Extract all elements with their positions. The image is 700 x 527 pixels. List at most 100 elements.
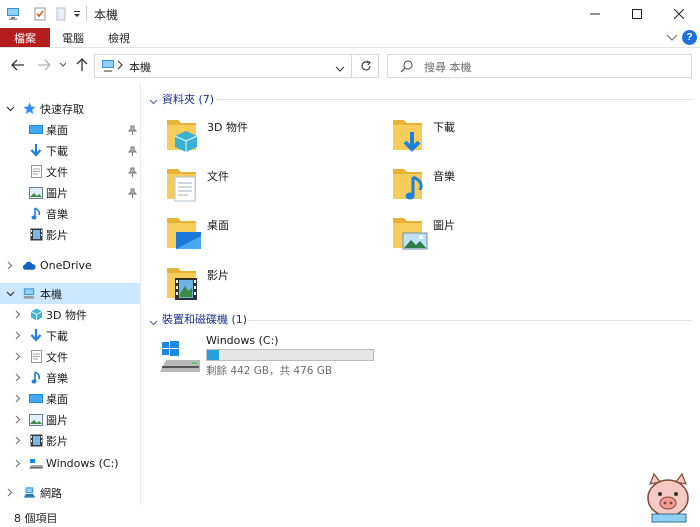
music-folder-icon — [393, 169, 423, 200]
search-placeholder: 搜尋 本機 — [424, 61, 472, 74]
chevron-right-icon[interactable] — [13, 394, 23, 404]
picture-icon — [29, 186, 43, 200]
refresh-button[interactable] — [353, 54, 379, 78]
nav-this-pc-item-label: 下載 — [46, 329, 68, 343]
group-collapse-icon[interactable] — [149, 316, 158, 329]
chevron-right-icon[interactable] — [13, 415, 23, 425]
documents-folder-icon — [167, 169, 196, 202]
folder-tile[interactable]: 3D 物件 — [166, 116, 366, 164]
folder-label: 桌面 — [207, 219, 229, 232]
nav-this-pc-item-label: Windows (C:) — [46, 457, 119, 470]
maximize-button[interactable] — [614, 0, 660, 28]
forward-button[interactable] — [34, 56, 54, 74]
drive-name: Windows (C:) — [206, 334, 279, 347]
pin-icon[interactable] — [127, 187, 137, 199]
music-icon — [29, 207, 43, 221]
tab-file[interactable]: 檔案 — [0, 28, 50, 47]
nav-this-pc-item[interactable]: 3D 物件 — [0, 304, 140, 325]
group-collapse-icon[interactable] — [149, 95, 158, 108]
back-button[interactable] — [8, 56, 28, 74]
folder-label: 3D 物件 — [207, 121, 248, 134]
address-dropdown-icon[interactable] — [335, 63, 345, 76]
nav-this-pc[interactable]: 本機 — [0, 283, 140, 304]
nav-this-pc-item[interactable]: 圖片 — [0, 409, 140, 430]
nav-quick-item[interactable]: 桌面 — [0, 119, 140, 140]
nav-this-pc-item-label: 桌面 — [46, 392, 68, 406]
up-button[interactable] — [72, 56, 92, 74]
chevron-down-icon[interactable] — [5, 104, 15, 114]
up-arrow-icon — [76, 58, 88, 71]
pin-icon[interactable] — [127, 124, 137, 136]
folder-label: 文件 — [207, 170, 229, 183]
folders-group-header[interactable]: 資料夾 (7) — [162, 92, 214, 106]
folder-tile[interactable]: 下載 — [392, 116, 592, 164]
picture-icon — [29, 413, 43, 427]
drive-tile[interactable]: Windows (C:) 剩餘 442 GB，共 476 GB — [160, 334, 420, 378]
folder-label: 影片 — [207, 269, 229, 282]
chevron-down-icon[interactable] — [5, 289, 15, 299]
close-icon — [674, 9, 684, 19]
star-icon — [22, 102, 36, 116]
chevron-right-icon[interactable] — [5, 488, 15, 498]
nav-this-pc-item-label: 圖片 — [46, 413, 68, 427]
nav-this-pc-item[interactable]: 桌面 — [0, 388, 140, 409]
nav-quick-access[interactable]: 快速存取 — [0, 98, 140, 119]
nav-quick-item-label: 音樂 — [46, 207, 68, 221]
navigation-row: 本機 搜尋 本機 — [0, 47, 700, 83]
back-arrow-icon — [11, 59, 24, 71]
nav-quick-item[interactable]: 下載 — [0, 140, 140, 161]
pin-icon[interactable] — [127, 166, 137, 178]
chevron-right-icon[interactable] — [13, 436, 23, 446]
drive-free-space: 剩餘 442 GB，共 476 GB — [206, 365, 333, 377]
search-box[interactable]: 搜尋 本機 — [387, 54, 692, 78]
forward-arrow-icon — [38, 59, 51, 71]
recent-locations-button[interactable] — [56, 56, 70, 74]
nav-network[interactable]: 網路 — [0, 482, 140, 503]
nav-quick-access-label: 快速存取 — [40, 102, 84, 116]
chevron-right-icon[interactable] — [5, 261, 15, 271]
chevron-right-icon[interactable] — [13, 310, 23, 320]
desktop-icon — [29, 392, 43, 406]
breadcrumb-separator-icon[interactable] — [117, 60, 123, 73]
this-pc-icon[interactable] — [4, 5, 22, 23]
window-title: 本機 — [94, 8, 119, 22]
nav-quick-item[interactable]: 影片 — [0, 224, 140, 245]
devices-group-header[interactable]: 裝置和磁碟機 (1) — [162, 312, 247, 326]
nav-this-pc-item[interactable]: 影片 — [0, 430, 140, 451]
video-icon — [29, 228, 43, 242]
tab-view[interactable]: 檢視 — [108, 28, 130, 47]
nav-this-pc-item[interactable]: 文件 — [0, 346, 140, 367]
properties-icon[interactable] — [31, 5, 49, 23]
pin-icon[interactable] — [127, 145, 137, 157]
chevron-right-icon[interactable] — [13, 352, 23, 362]
chevron-right-icon[interactable] — [13, 459, 23, 469]
folder-tile[interactable]: 文件 — [166, 165, 366, 213]
tab-computer[interactable]: 電腦 — [62, 28, 84, 47]
nav-quick-item[interactable]: 音樂 — [0, 203, 140, 224]
expand-ribbon-icon[interactable] — [664, 30, 679, 45]
folder-tile[interactable]: 影片 — [166, 264, 366, 312]
chevron-right-icon[interactable] — [13, 373, 23, 383]
help-icon[interactable]: ? — [682, 30, 697, 45]
item-count: 8 個項目 — [14, 512, 58, 525]
nav-quick-item[interactable]: 文件 — [0, 161, 140, 182]
nav-this-pc-item-label: 文件 — [46, 350, 68, 364]
nav-network-label: 網路 — [40, 486, 62, 500]
refresh-icon — [360, 60, 371, 71]
nav-onedrive[interactable]: OneDrive — [0, 255, 140, 276]
minimize-button[interactable] — [572, 0, 618, 28]
folder-tile[interactable]: 圖片 — [392, 214, 592, 262]
folder-tile[interactable]: 桌面 — [166, 214, 366, 262]
nav-quick-item[interactable]: 圖片 — [0, 182, 140, 203]
chevron-right-icon[interactable] — [13, 331, 23, 341]
folder-tile[interactable]: 音樂 — [392, 165, 592, 213]
nav-this-pc-item[interactable]: Windows (C:) — [0, 453, 140, 474]
nav-this-pc-item[interactable]: 下載 — [0, 325, 140, 346]
customize-toolbar-icon[interactable] — [68, 5, 86, 23]
address-path[interactable]: 本機 — [129, 59, 151, 75]
address-bar[interactable]: 本機 — [94, 54, 352, 78]
nav-quick-item-label: 下載 — [46, 144, 68, 158]
music-icon — [29, 371, 43, 385]
nav-this-pc-item[interactable]: 音樂 — [0, 367, 140, 388]
close-button[interactable] — [656, 0, 700, 28]
